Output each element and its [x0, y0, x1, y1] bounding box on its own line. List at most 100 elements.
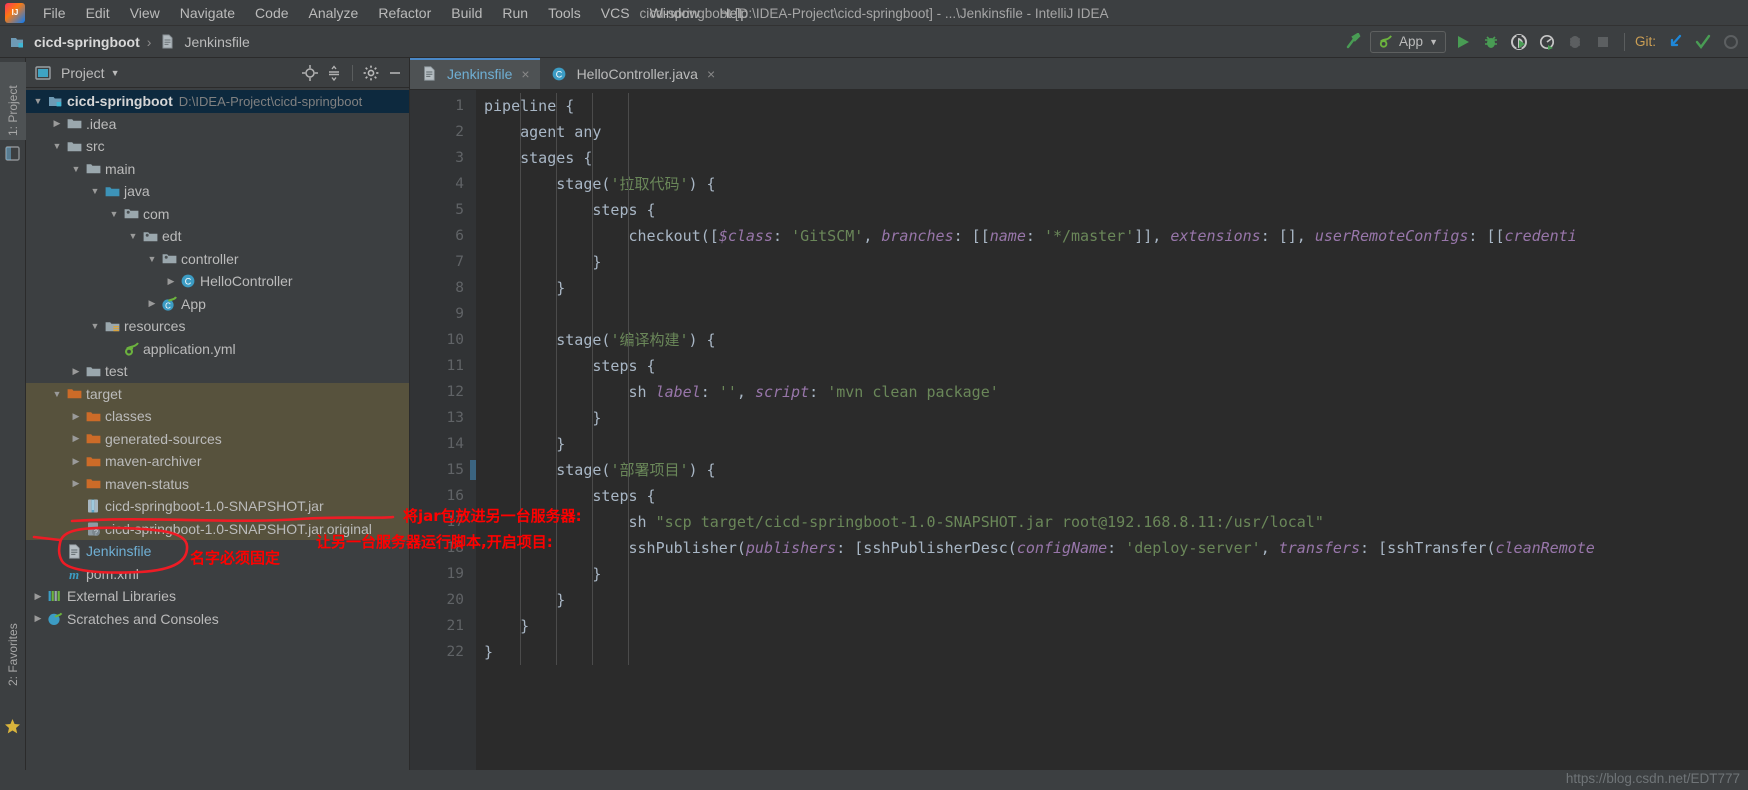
sidebar-item-project-tab[interactable]: 1: Project	[0, 62, 26, 140]
tree-row-maven-archiver[interactable]: ▶ maven-archiver	[26, 450, 409, 473]
chevron-down-icon[interactable]: ▼	[49, 141, 65, 151]
menu-item-help[interactable]: Help	[709, 3, 758, 23]
tree-row-target[interactable]: ▼ target	[26, 382, 409, 405]
editor-tab-jenkinsfile[interactable]: Jenkinsfile ×	[410, 58, 540, 89]
tree-row-main[interactable]: ▼ main	[26, 158, 409, 181]
build-hammer-icon[interactable]	[1342, 31, 1364, 53]
tree-row-classes[interactable]: ▶ classes	[26, 405, 409, 428]
code-line[interactable]: stage('编译构建') {	[476, 327, 1748, 353]
code-line[interactable]: sh "scp target/cicd-springboot-1.0-SNAPS…	[476, 509, 1748, 535]
menu-item-analyze[interactable]: Analyze	[299, 3, 369, 23]
favorites-star-icon[interactable]	[4, 718, 21, 740]
editor-tab-hellocontroller-java[interactable]: C HelloController.java ×	[540, 58, 726, 89]
project-tree[interactable]: ▼ cicd-springboot D:\IDEA-Project\cicd-spr…	[26, 88, 409, 770]
tree-row-cicd-springboot-1-0-snapshot-jar[interactable]: cicd-springboot-1.0-SNAPSHOT.jar	[26, 495, 409, 518]
run-with-coverage-icon[interactable]	[1508, 31, 1530, 53]
sidebar-item-favorites-tab[interactable]: 2: Favorites	[0, 598, 26, 690]
hide-panel-icon[interactable]	[385, 63, 405, 83]
tree-row-application-yml[interactable]: application.yml	[26, 338, 409, 361]
chevron-right-icon[interactable]: ▶	[163, 276, 179, 287]
menu-item-refactor[interactable]: Refactor	[368, 3, 441, 23]
code-line[interactable]: sh label: '', script: 'mvn clean package…	[476, 379, 1748, 405]
git-update-icon[interactable]	[1664, 31, 1686, 53]
structure-icon[interactable]	[5, 146, 20, 166]
code-line[interactable]: steps {	[476, 353, 1748, 379]
chevron-right-icon[interactable]: ▶	[30, 591, 46, 602]
code-line[interactable]: checkout([$class: 'GitSCM', branches: [[…	[476, 223, 1748, 249]
chevron-down-icon[interactable]: ▼	[111, 68, 120, 78]
code-line[interactable]: stages {	[476, 145, 1748, 171]
git-more-icon[interactable]	[1720, 31, 1742, 53]
chevron-right-icon[interactable]: ▶	[68, 366, 84, 377]
tree-row-generated-sources[interactable]: ▶ generated-sources	[26, 427, 409, 450]
breadcrumb-item-project[interactable]: cicd-springboot	[8, 34, 140, 50]
tree-row-com[interactable]: ▼ com	[26, 203, 409, 226]
code-line[interactable]	[476, 301, 1748, 327]
menu-item-file[interactable]: File	[33, 3, 76, 23]
tree-row-src[interactable]: ▼ src	[26, 135, 409, 158]
chevron-right-icon[interactable]: ▶	[49, 118, 65, 129]
stop-icon[interactable]	[1592, 31, 1614, 53]
chevron-right-icon[interactable]: ▶	[68, 433, 84, 444]
menu-item-navigate[interactable]: Navigate	[170, 3, 245, 23]
tree-row-idea[interactable]: ▶ .idea	[26, 113, 409, 136]
tree-row-test[interactable]: ▶ test	[26, 360, 409, 383]
close-icon[interactable]: ×	[521, 66, 529, 82]
chevron-down-icon[interactable]: ▼	[30, 96, 46, 106]
tree-row-maven-status[interactable]: ▶ maven-status	[26, 472, 409, 495]
code-line[interactable]: }	[476, 613, 1748, 639]
menu-item-run[interactable]: Run	[492, 3, 538, 23]
menu-item-build[interactable]: Build	[441, 3, 492, 23]
chevron-down-icon[interactable]: ▼	[87, 321, 103, 331]
code-line[interactable]: }	[476, 587, 1748, 613]
chevron-down-icon[interactable]: ▼	[68, 164, 84, 174]
chevron-down-icon[interactable]: ▼	[87, 186, 103, 196]
code-editor[interactable]: 1 2 3 4 5 6 7 8 9 10 11 12 13 14 15 16 17 18 19 20 21 22 pipe…	[410, 90, 1748, 770]
code-line[interactable]: agent any	[476, 119, 1748, 145]
code-line[interactable]: sshPublisher(publishers: [sshPublisherDe…	[476, 535, 1748, 561]
chevron-down-icon[interactable]: ▼	[106, 209, 122, 219]
code-content[interactable]: pipeline { agent any stages { stage('拉取代…	[476, 90, 1748, 770]
tree-row-external-libraries[interactable]: ▶ External Libraries	[26, 585, 409, 608]
code-line[interactable]: }	[476, 561, 1748, 587]
tree-row-resources[interactable]: ▼ resources	[26, 315, 409, 338]
chevron-right-icon[interactable]: ▶	[68, 478, 84, 489]
chevron-down-icon[interactable]: ▼	[125, 231, 141, 241]
menu-item-window[interactable]: Window	[640, 3, 710, 23]
run-icon[interactable]	[1452, 31, 1474, 53]
collapse-all-icon[interactable]	[324, 63, 344, 83]
chevron-down-icon[interactable]: ▼	[49, 389, 65, 399]
tree-row-cicd-springboot[interactable]: ▼ cicd-springboot D:\IDEA-Project\cicd-spr…	[26, 90, 409, 113]
run-configuration-selector[interactable]: App ▼	[1370, 30, 1446, 53]
chevron-right-icon[interactable]: ▶	[68, 456, 84, 467]
chevron-right-icon[interactable]: ▶	[68, 411, 84, 422]
menu-item-view[interactable]: View	[120, 3, 170, 23]
code-line[interactable]: }	[476, 275, 1748, 301]
editor-scrollbar[interactable]	[1736, 122, 1748, 770]
close-icon[interactable]: ×	[707, 66, 715, 82]
code-line[interactable]: }	[476, 431, 1748, 457]
locate-icon[interactable]	[300, 63, 320, 83]
code-line[interactable]: }	[476, 639, 1748, 665]
tree-row-hellocontroller[interactable]: ▶ C HelloController	[26, 270, 409, 293]
tree-row-app[interactable]: ▶ C App	[26, 293, 409, 316]
breadcrumb-item-file[interactable]: Jenkinsfile	[158, 34, 250, 50]
code-line[interactable]: }	[476, 249, 1748, 275]
menu-item-edit[interactable]: Edit	[76, 3, 120, 23]
chevron-right-icon[interactable]: ▶	[30, 613, 46, 624]
code-line[interactable]: }	[476, 405, 1748, 431]
profile-icon[interactable]	[1536, 31, 1558, 53]
chevron-down-icon[interactable]: ▼	[1429, 37, 1438, 47]
code-line[interactable]: stage('拉取代码') {	[476, 171, 1748, 197]
chevron-down-icon[interactable]: ▼	[144, 254, 160, 264]
code-line[interactable]: steps {	[476, 197, 1748, 223]
git-commit-icon[interactable]	[1692, 31, 1714, 53]
tree-row-controller[interactable]: ▼ controller	[26, 248, 409, 271]
code-line[interactable]: pipeline {	[476, 93, 1748, 119]
tree-row-java[interactable]: ▼ java	[26, 180, 409, 203]
tree-row-edt[interactable]: ▼ edt	[26, 225, 409, 248]
code-line[interactable]: stage('部署项目') {	[476, 457, 1748, 483]
tree-row-scratches-and-consoles[interactable]: ▶ Scratches and Consoles	[26, 608, 409, 631]
attach-debugger-icon[interactable]	[1564, 31, 1586, 53]
menu-item-code[interactable]: Code	[245, 3, 298, 23]
